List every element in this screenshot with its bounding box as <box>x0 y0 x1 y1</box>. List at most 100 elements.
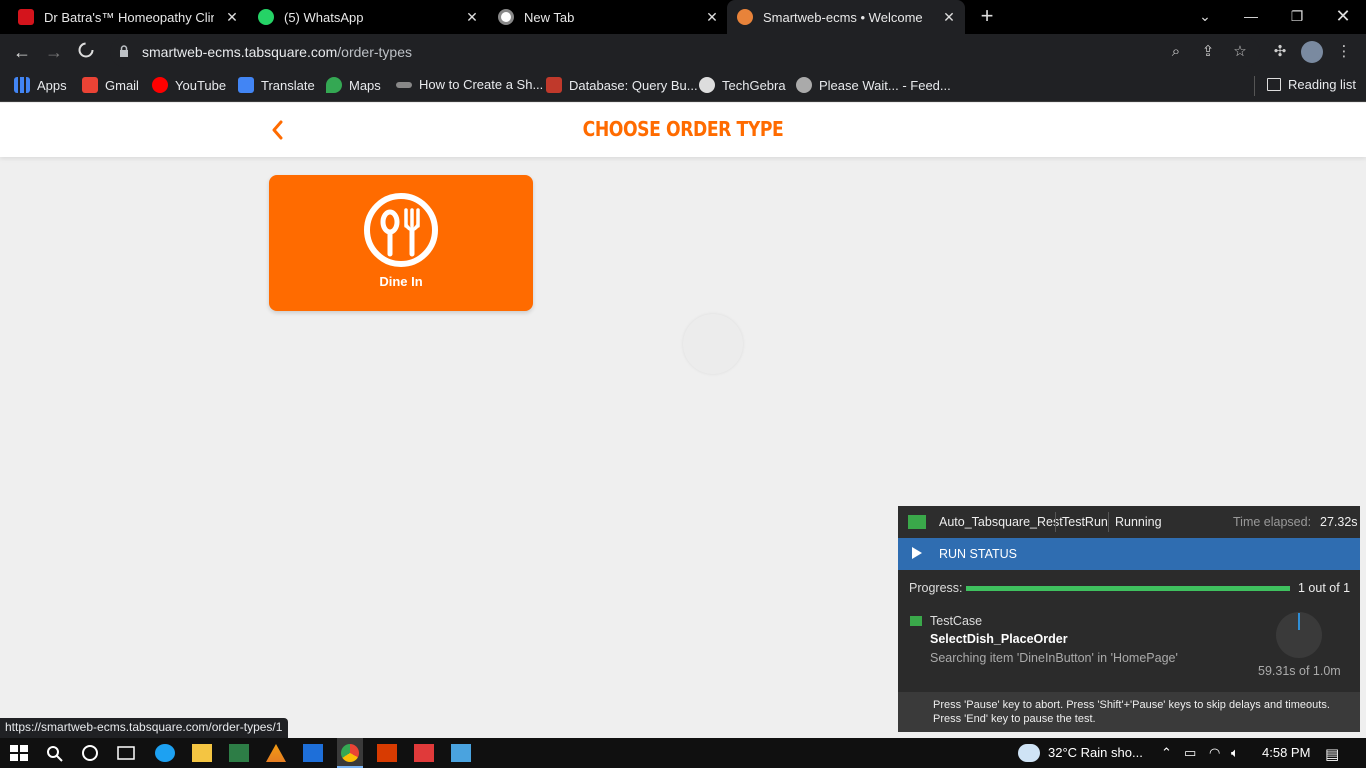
volume-icon[interactable]: 🔈︎ <box>1231 745 1239 761</box>
search-icon[interactable] <box>45 744 65 762</box>
forward-icon[interactable]: → <box>43 41 65 63</box>
testcomplete-icon[interactable] <box>414 744 434 762</box>
apps-grid-icon <box>14 77 30 93</box>
bookmark-please-wait[interactable]: Please Wait... - Feed... <box>796 77 951 93</box>
windows-start-icon[interactable] <box>9 744 29 762</box>
tab-title: New Tab <box>524 9 575 25</box>
bookmark-techgebra[interactable]: TechGebra <box>699 77 786 93</box>
run-status-title: RUN STATUS <box>939 547 1018 561</box>
page-title: CHOOSE ORDER TYPE <box>582 117 784 141</box>
menu-icon[interactable]: ⋮ <box>1334 42 1354 62</box>
battery-icon[interactable]: ▭ <box>1184 745 1196 761</box>
bookmark-maps[interactable]: Maps <box>326 77 381 93</box>
close-icon[interactable]: ✕ <box>224 9 240 25</box>
star-icon[interactable]: ☆ <box>1230 42 1250 62</box>
minimize-button[interactable]: — <box>1228 0 1274 34</box>
bookmark-label: Please Wait... - Feed... <box>819 77 951 93</box>
extensions-icon[interactable]: ✣ <box>1270 42 1290 62</box>
project-name: Auto_Tabsquare_Rest <box>939 515 1063 529</box>
elapsed-label: Time elapsed: <box>1233 515 1312 529</box>
bookmark-youtube[interactable]: YouTube <box>152 77 226 93</box>
divider <box>1254 76 1255 96</box>
weather-icon[interactable] <box>1018 744 1040 762</box>
file-explorer-icon[interactable] <box>192 744 212 762</box>
browser-toolbar: ← → smartweb-ecms.tabsquare.com/order-ty… <box>0 34 1366 70</box>
notifications-icon[interactable]: ▤ <box>1325 745 1339 763</box>
avatar[interactable] <box>1301 41 1323 63</box>
bookmark-label: YouTube <box>175 77 227 93</box>
tab-new-tab[interactable]: New Tab ✕ <box>498 0 728 34</box>
translate-icon <box>238 77 254 93</box>
gmail-icon <box>82 77 98 93</box>
share-icon[interactable]: ⇪ <box>1198 42 1218 62</box>
dr-batras-icon <box>18 9 34 25</box>
bookmark-label: Translate <box>261 77 315 93</box>
weather-text[interactable]: 32°C Rain sho... <box>1048 745 1143 760</box>
task-view-icon[interactable] <box>116 744 136 762</box>
cortana-icon[interactable] <box>80 744 100 762</box>
chrome-icon <box>498 9 514 25</box>
run-status-header[interactable]: RUN STATUS <box>898 538 1360 570</box>
bookmark-label: Database: Query Bu... <box>569 77 698 93</box>
run-header: Auto_Tabsquare_Rest TestRun Running Time… <box>898 506 1360 538</box>
close-window-button[interactable]: ✕ <box>1320 0 1366 34</box>
close-icon[interactable]: ✕ <box>464 9 480 25</box>
bookmark-translate[interactable]: Translate <box>238 77 315 93</box>
bookmark-label: TechGebra <box>722 77 786 93</box>
wifi-icon[interactable]: ◠ <box>1209 745 1220 761</box>
progress-label: Progress: <box>909 581 963 595</box>
new-tab-button[interactable]: + <box>976 5 998 28</box>
app-icon[interactable] <box>451 744 471 762</box>
divider <box>1108 512 1109 532</box>
bookmark-label: Gmail <box>105 77 139 93</box>
bookmark-apps[interactable]: Apps <box>14 77 67 93</box>
bookmark-how-to[interactable]: How to Create a Sh... <box>396 77 543 92</box>
dine-in-button[interactable]: Dine In <box>269 175 533 311</box>
hint-line: Press 'Pause' key to abort. Press 'Shift… <box>933 699 1330 711</box>
elapsed-value: 27.32s <box>1320 515 1358 529</box>
stop-loading-icon[interactable] <box>75 41 97 63</box>
key-icon <box>396 81 412 88</box>
time-progress: 59.31s of 1.0m <box>1258 664 1341 678</box>
tab-search-icon[interactable]: ⌄ <box>1182 0 1228 34</box>
lock-icon <box>120 45 128 57</box>
dine-in-label: Dine In <box>379 274 423 289</box>
youtube-icon <box>152 77 168 93</box>
tab-smartweb[interactable]: Smartweb-ecms • Welcome ✕ <box>727 0 965 34</box>
zoom-icon[interactable]: ⌕ <box>1166 42 1186 62</box>
vlc-icon[interactable] <box>266 744 286 762</box>
bookmark-label: Maps <box>349 77 381 93</box>
project-icon <box>908 515 926 529</box>
close-icon[interactable]: ✕ <box>941 9 957 25</box>
taskbar: 32°C Rain sho... ⌃ ▭ ◠ 🔈︎ 4:58 PM ▤ <box>0 738 1366 768</box>
chevron-up-icon[interactable]: ⌃ <box>1161 745 1172 761</box>
feedback-icon <box>796 77 812 93</box>
chrome-taskbar-button[interactable] <box>337 738 363 768</box>
bookmark-database[interactable]: Database: Query Bu... <box>546 77 698 93</box>
play-icon <box>912 547 922 559</box>
restore-button[interactable]: ❐ <box>1274 0 1320 34</box>
clock[interactable]: 4:58 PM <box>1262 745 1310 760</box>
address-bar[interactable]: smartweb-ecms.tabsquare.com/order-types <box>110 37 1260 67</box>
reading-list[interactable]: Reading list <box>1267 77 1356 92</box>
divider <box>1055 512 1056 532</box>
url-text: smartweb-ecms.tabsquare.com/order-types <box>142 44 412 60</box>
tab-dr-batras[interactable]: Dr Batra's™ Homeopathy Clinics ✕ <box>18 0 248 34</box>
page-header: CHOOSE ORDER TYPE <box>0 103 1366 157</box>
testcase-status: Searching item 'DineInButton' in 'HomePa… <box>930 651 1178 665</box>
store-icon[interactable] <box>229 744 249 762</box>
bookmark-gmail[interactable]: Gmail <box>82 77 139 93</box>
close-icon[interactable]: ✕ <box>704 9 720 25</box>
globe-icon <box>699 77 715 93</box>
back-icon[interactable]: ← <box>11 41 33 63</box>
tab-title: (5) WhatsApp <box>284 9 364 25</box>
mail-icon[interactable] <box>303 744 323 762</box>
edge-icon[interactable] <box>155 744 175 762</box>
tab-whatsapp[interactable]: (5) WhatsApp ✕ <box>258 0 488 34</box>
reading-list-icon <box>1267 78 1281 91</box>
run-status-panel: Auto_Tabsquare_Rest TestRun Running Time… <box>898 506 1360 732</box>
testcase-icon <box>910 616 922 626</box>
spoon-fork-icon <box>364 193 438 267</box>
office-icon[interactable] <box>377 744 397 762</box>
progress-count: 1 out of 1 <box>1298 581 1351 595</box>
